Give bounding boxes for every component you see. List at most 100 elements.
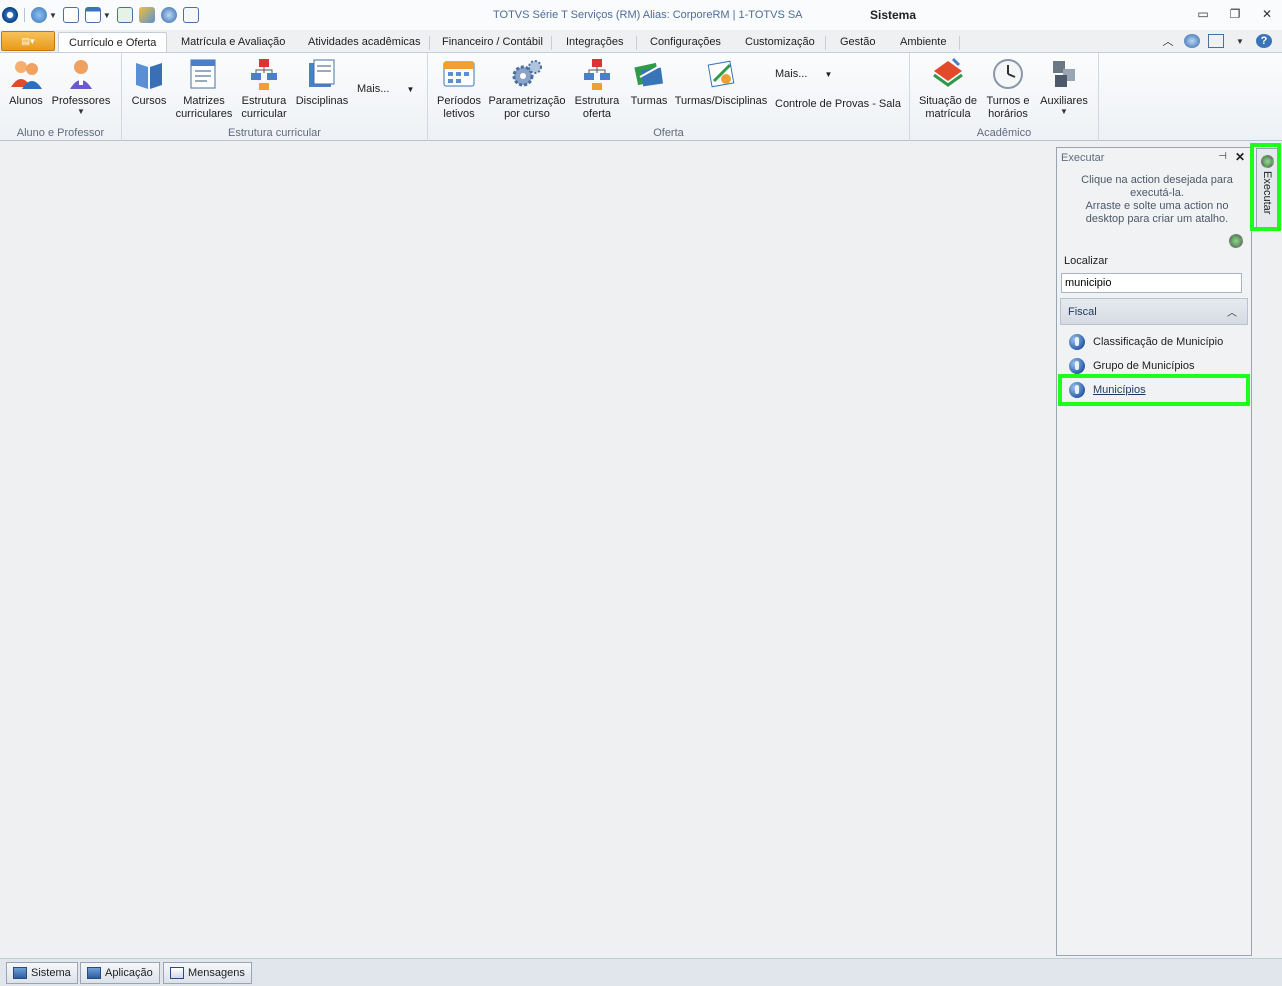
tab-separator (959, 36, 960, 50)
group-label: Acadêmico (976, 127, 1032, 139)
help-icon[interactable]: ? (1256, 34, 1272, 48)
app-menu-button[interactable]: ▤▾ (1, 31, 55, 51)
turnos-label-1: Turnos e (986, 95, 1030, 107)
situacao-matricula-button[interactable]: Situação de matrícula (916, 57, 980, 121)
chevron-down-icon: ▼ (1060, 107, 1068, 116)
chevron-down-icon: ▼ (824, 70, 833, 79)
mensagens-button[interactable]: Mensagens (163, 962, 252, 984)
disciplinas-label: Disciplinas (295, 95, 349, 107)
turmas-label: Turmas (630, 95, 668, 107)
tab-matricula-avaliacao[interactable]: Matrícula e Avaliação (171, 32, 295, 52)
oferta-mais-button[interactable]: Mais... ▼ (775, 68, 832, 80)
restore-icon[interactable]: ❐ (1220, 4, 1250, 24)
students-icon (9, 57, 43, 91)
chevron-down-icon[interactable]: ▼ (103, 11, 111, 20)
tab-customizacao[interactable]: Customização (735, 32, 825, 52)
parametrizacao-curso-button[interactable]: Parametrização por curso (488, 57, 566, 121)
estrutura-curricular-button[interactable]: Estrutura curricular (238, 57, 290, 121)
periodos-label-1: Períodos (436, 95, 482, 107)
search-label: Localizar (1064, 255, 1109, 267)
estrutura-mais-button[interactable]: Mais... ▼ (357, 83, 414, 95)
class-discipline-icon (704, 57, 738, 91)
chevron-up-icon[interactable]: ︿ (1227, 304, 1237, 319)
layout-icon[interactable] (1208, 34, 1224, 48)
copy-icon[interactable] (182, 7, 199, 23)
estrutura-label-2: curricular (241, 108, 287, 120)
highlight-municipios (1058, 374, 1250, 406)
quick-access-toolbar: ▼ ▼ (0, 5, 199, 25)
cursos-button[interactable]: Cursos (130, 57, 168, 108)
aplicacao-button[interactable]: Aplicação (80, 962, 160, 984)
matrizes-label-1: Matrizes (183, 95, 225, 107)
periodos-letivos-button[interactable]: Períodos letivos (436, 57, 482, 121)
alunos-button[interactable]: Alunos (6, 57, 46, 108)
pin-icon[interactable]: ⊣ (1218, 151, 1227, 162)
tab-configuracoes[interactable]: Configurações (640, 32, 731, 52)
auxiliares-button[interactable]: Auxiliares ▼ (1038, 57, 1090, 116)
periodos-label-2: letivos (443, 108, 475, 120)
mais-label: Mais... (775, 68, 808, 80)
action-label: Grupo de Municípios (1093, 360, 1195, 372)
tab-atividades-academicas[interactable]: Atividades acadêmicas (298, 32, 431, 52)
new-window-icon[interactable] (62, 7, 79, 23)
close-icon[interactable]: ✕ (1252, 4, 1282, 24)
calendar-icon (442, 57, 476, 91)
ribbon-tabs: ▤▾ Currículo e Oferta Matrícula e Avalia… (0, 30, 1282, 52)
alunos-label: Alunos (9, 95, 43, 107)
tab-financeiro-contabil[interactable]: Financeiro / Contábil (432, 32, 553, 52)
search-input[interactable] (1061, 273, 1242, 293)
run-icon[interactable] (116, 7, 133, 23)
cursos-label: Cursos (131, 95, 167, 107)
web-icon[interactable] (160, 7, 177, 23)
globe-icon[interactable] (1184, 34, 1200, 48)
close-icon[interactable]: ✕ (1235, 150, 1245, 164)
monitor-icon (87, 967, 101, 979)
clock-icon (991, 57, 1025, 91)
group-estrutura-curricular: Cursos Matrizes curriculares Estrutura c… (122, 53, 428, 141)
minimize-icon[interactable]: ▭ (1188, 4, 1218, 24)
tab-separator (551, 36, 552, 50)
panel-help-text: Clique na action desejada para executá-l… (1069, 174, 1245, 226)
collapse-ribbon-icon[interactable]: ︿ (1160, 34, 1176, 48)
globe-gear-icon[interactable] (31, 7, 47, 23)
sistema-button[interactable]: Sistema (6, 962, 78, 984)
parametrizacao-label-1: Parametrização (488, 95, 566, 107)
action-label: Classificação de Município (1093, 336, 1224, 348)
tools-icon[interactable] (138, 7, 155, 23)
group-label: Estrutura curricular (228, 127, 321, 139)
turmas-button[interactable]: Turmas (628, 57, 670, 108)
tab-curriculo-oferta[interactable]: Currículo e Oferta (58, 32, 168, 52)
status-bar: Sistema Aplicação Mensagens (0, 958, 1282, 986)
mensagens-label: Mensagens (188, 967, 245, 979)
estrutura-oferta-button[interactable]: Estrutura oferta (572, 57, 622, 121)
app-logo-icon[interactable] (2, 7, 18, 23)
group-label: Aluno e Professor (16, 127, 105, 139)
group-label: Oferta (653, 127, 684, 139)
group-academico: Situação de matrícula Turnos e horários … (910, 53, 1099, 141)
tab-gestao[interactable]: Gestão (830, 32, 885, 52)
controle-provas-sala-button[interactable]: Controle de Provas - Sala (775, 98, 901, 110)
chevron-down-icon: ▼ (406, 85, 415, 94)
globe-icon (1069, 358, 1085, 374)
settings-gear-icon[interactable] (1229, 234, 1243, 248)
book-icon (132, 57, 166, 91)
category-header-fiscal[interactable]: Fiscal ︿ (1060, 298, 1248, 325)
tab-ambiente[interactable]: Ambiente (890, 32, 956, 52)
messages-icon (170, 967, 184, 979)
tab-separator (825, 36, 826, 50)
action-grupo-municipios[interactable]: Grupo de Municípios (1069, 358, 1195, 374)
turmas-disciplinas-button[interactable]: Turmas/Disciplinas (675, 57, 767, 108)
action-classificacao-municipio[interactable]: Classificação de Município (1069, 334, 1223, 350)
matrizes-curriculares-button[interactable]: Matrizes curriculares (174, 57, 234, 121)
ribbon: Alunos Professores ▼ Aluno e Professor C… (0, 52, 1282, 141)
turnos-horarios-button[interactable]: Turnos e horários (982, 57, 1034, 121)
disciplinas-button[interactable]: Disciplinas (294, 57, 350, 108)
panel-title: Executar (1061, 152, 1105, 164)
window-layout-icon[interactable] (84, 7, 101, 23)
gears-icon (510, 57, 544, 91)
group-aluno-professor: Alunos Professores ▼ Aluno e Professor (0, 53, 122, 141)
professores-button[interactable]: Professores ▼ (50, 57, 112, 116)
tab-integracoes[interactable]: Integrações (556, 32, 633, 52)
chevron-down-icon[interactable]: ▼ (49, 11, 57, 20)
chevron-down-icon[interactable]: ▼ (1232, 34, 1248, 48)
